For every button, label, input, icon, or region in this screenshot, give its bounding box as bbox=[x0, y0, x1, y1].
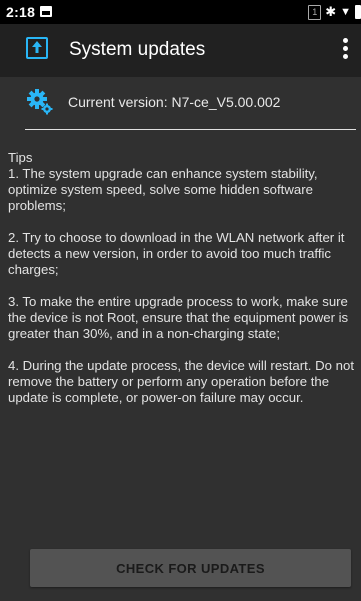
status-icons: 1 ✱ ▼ bbox=[308, 3, 361, 21]
tip-item-3: 3. To make the entire upgrade process to… bbox=[8, 294, 349, 341]
tip-item-2: 2. Try to choose to download in the WLAN… bbox=[8, 230, 345, 277]
status-time: 2:18 bbox=[6, 4, 36, 20]
bluetooth-icon: ✱ bbox=[325, 4, 337, 19]
current-version-row: Current version: N7-ce_V5.00.002 bbox=[26, 86, 356, 122]
notification-image-icon bbox=[40, 6, 52, 17]
app-bar: System updates bbox=[0, 24, 361, 77]
update-arrow-icon bbox=[26, 37, 48, 59]
gear-icon bbox=[27, 89, 53, 115]
overflow-menu-icon[interactable] bbox=[341, 38, 349, 62]
check-for-updates-button[interactable]: CHECK FOR UPDATES bbox=[30, 549, 351, 587]
sim-icon: 1 bbox=[308, 4, 322, 20]
current-version-text: Current version: N7-ce_V5.00.002 bbox=[68, 94, 281, 110]
tip-item-1: 1. The system upgrade can enhance system… bbox=[8, 166, 318, 213]
page-title: System updates bbox=[69, 39, 206, 60]
divider bbox=[25, 129, 356, 130]
status-bar: 2:18 1 ✱ ▼ bbox=[0, 0, 361, 24]
tips-section: Tips 1. The system upgrade can enhance s… bbox=[8, 150, 354, 406]
wifi-icon: ▼ bbox=[340, 6, 351, 18]
system-updates-screen: 2:18 1 ✱ ▼ System updates Current versio… bbox=[0, 0, 361, 601]
battery-icon bbox=[355, 5, 361, 19]
tips-heading: Tips bbox=[8, 150, 33, 165]
tip-item-4: 4. During the update process, the device… bbox=[8, 358, 354, 405]
